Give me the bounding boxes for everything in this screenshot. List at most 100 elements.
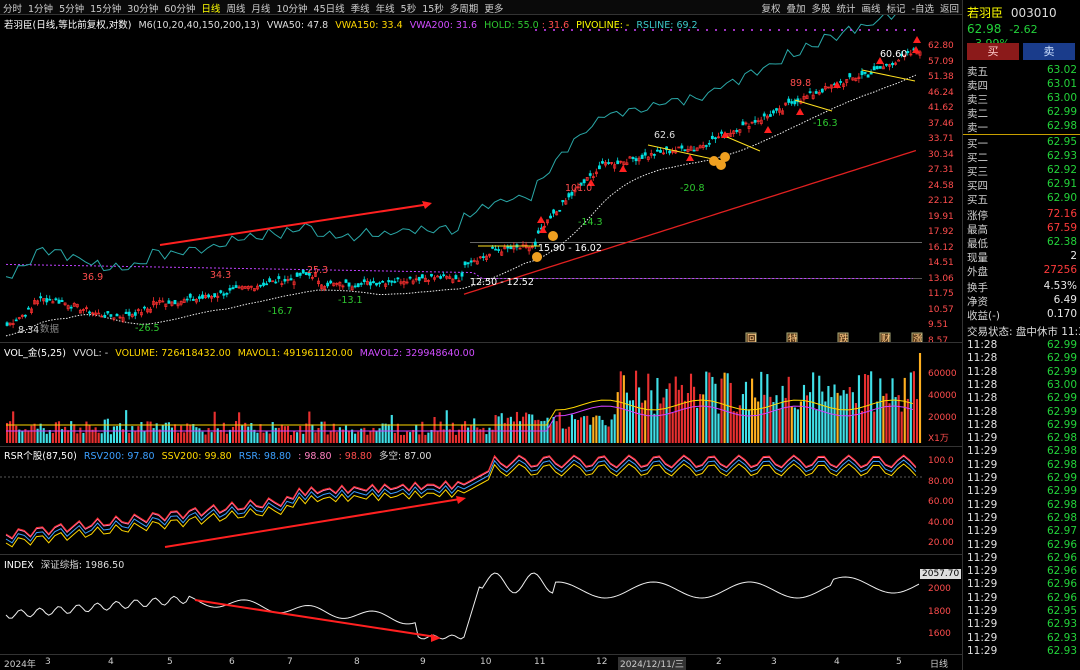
xaxis-label-15: 5 (896, 657, 902, 667)
tick-row-15: 11:29 62.96 (967, 539, 1077, 552)
buy-button[interactable]: 买 (967, 43, 1019, 60)
vol-tick-3: X1万 (928, 434, 949, 444)
candle-body (466, 262, 470, 265)
volume-bar (751, 378, 754, 443)
candle-body (133, 312, 137, 316)
top-dot (886, 29, 888, 31)
xaxis-right-label: 日线 (930, 660, 949, 670)
tool-7[interactable]: 返回 (937, 0, 962, 16)
volume-bar (540, 421, 543, 443)
top-dot (841, 29, 843, 31)
bid-price: 62.92 (1046, 164, 1077, 176)
volume-pane[interactable]: VOL_金(5,25) VVOL: - VOLUME: 726418432.00… (0, 343, 962, 447)
signal-triangle (619, 165, 627, 172)
volume-bar (231, 426, 235, 443)
candle-body (872, 66, 876, 71)
tool-3[interactable]: 统计 (834, 0, 859, 16)
volume-bar (268, 433, 271, 443)
volume-bar (686, 393, 690, 443)
volume-bar (873, 411, 876, 443)
volume-bar (244, 422, 247, 443)
ask-price: 63.00 (1046, 92, 1077, 104)
volume-bar (863, 374, 867, 443)
tick-row-7: 11:29 62.98 (967, 432, 1077, 445)
volume-bar (18, 429, 21, 443)
rsr-chart[interactable] (0, 447, 962, 555)
xaxis-label-13: 3 (771, 657, 777, 667)
volume-bar (467, 427, 470, 443)
period-15[interactable]: 多周期 (447, 0, 482, 16)
stat-label: 最低 (967, 238, 988, 250)
tool-4[interactable]: 画线 (859, 0, 884, 16)
ask-label: 卖五 (967, 66, 988, 78)
period-4[interactable]: 30分钟 (124, 0, 161, 16)
kline-pane[interactable]: 36.9 34.3 25.3 -26.5 -16.7 -13.1 8.34 101.0 -14.… (0, 15, 962, 343)
volume-bar (347, 430, 351, 443)
period-8[interactable]: 月线 (248, 0, 273, 16)
xaxis-label-11: 2024/12/11/三 (618, 657, 686, 670)
period-14[interactable]: 15秒 (419, 0, 447, 16)
candle-body (506, 246, 510, 249)
period-1[interactable]: 1分钟 (25, 0, 56, 16)
candle-body (387, 280, 391, 283)
candle-body (878, 66, 882, 69)
period-5[interactable]: 60分钟 (161, 0, 198, 16)
ask-price: 62.98 (1046, 120, 1077, 132)
kline-chart[interactable]: 36.9 34.3 25.3 -26.5 -16.7 -13.1 8.34 101.0 -14.… (0, 15, 962, 343)
period-12[interactable]: 年线 (373, 0, 398, 16)
candle-body (393, 281, 397, 283)
period-13[interactable]: 5秒 (398, 0, 420, 16)
volume-bar (262, 432, 265, 443)
index-pane[interactable]: INDEX 深证综指: 1986.50 2057.70 2000 1800 16… (0, 555, 962, 655)
stat-row-2: 最低 62.38 (967, 236, 1077, 250)
tick-time: 11:28 (967, 392, 998, 405)
stat-value: 0.170 (1046, 308, 1077, 320)
volume-bar (366, 434, 369, 443)
period-10[interactable]: 45日线 (311, 0, 348, 16)
annotation-11: 89.8 (790, 78, 811, 89)
index-1800: 1800 (928, 607, 951, 617)
price-tick-15: 13.06 (928, 273, 954, 284)
index-chart[interactable] (0, 555, 962, 655)
tool-0[interactable]: 复权 (758, 0, 783, 16)
xaxis-label-3: 5 (167, 657, 173, 667)
volume-bar (897, 395, 900, 443)
bid-price: 62.95 (1046, 136, 1077, 148)
volume-bar (277, 427, 280, 443)
top-dot (904, 29, 906, 31)
period-11[interactable]: 季线 (348, 0, 373, 16)
tool-5[interactable]: 标记 (884, 0, 909, 16)
volume-bar (256, 432, 259, 443)
price-tick-10: 22.12 (928, 196, 954, 206)
volume-bar (219, 429, 222, 443)
tick-time: 11:28 (967, 339, 998, 351)
multi-label: 多空: 87.00 (379, 451, 432, 462)
stat-row-7: 收益(-) 0.170 (967, 308, 1077, 322)
period-16[interactable]: 更多 (481, 0, 506, 16)
period-9[interactable]: 10分钟 (273, 0, 310, 16)
tool-6[interactable]: -自选 (909, 0, 937, 16)
volume-bar (665, 388, 668, 443)
tool-2[interactable]: 多股 (808, 0, 833, 16)
vol-tick-0: 60000 (928, 369, 957, 379)
volume-bar (280, 424, 283, 443)
trend-arrowhead (422, 201, 432, 209)
volume-bar (488, 427, 491, 443)
period-3[interactable]: 15分钟 (87, 0, 124, 16)
rsr-pane[interactable]: RSR个股(87,50) RSV200: 97.80 SSV200: 99.80… (0, 447, 962, 555)
sell-button[interactable]: 卖 (1023, 43, 1075, 60)
tick-row-13: 11:29 62.98 (967, 512, 1077, 525)
tick-time: 11:29 (967, 565, 998, 578)
tick-row-16: 11:29 62.96 (967, 552, 1077, 565)
period-0[interactable]: 分时 (0, 0, 25, 16)
bid-price: 62.90 (1046, 192, 1077, 204)
ssv-label: SSV200: 99.80 (161, 451, 232, 462)
tick-time: 11:28 (967, 378, 998, 391)
rsr-tick-2: 60.00 (928, 497, 954, 507)
candle-body (326, 282, 330, 287)
period-6[interactable]: 日线 (198, 0, 223, 16)
period-7[interactable]: 周线 (223, 0, 248, 16)
candle-body (588, 173, 592, 176)
period-2[interactable]: 5分钟 (56, 0, 87, 16)
tool-1[interactable]: 叠加 (783, 0, 808, 16)
